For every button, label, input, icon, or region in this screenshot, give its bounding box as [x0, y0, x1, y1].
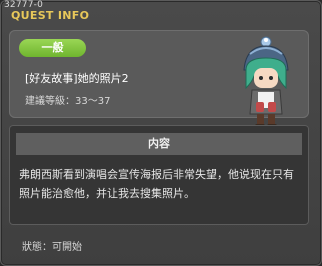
quest-status: 狀態：可開始	[22, 242, 82, 253]
content-header: 内容	[16, 133, 302, 155]
npc-portrait-icon	[236, 36, 296, 132]
window-title: QUEST INFO	[11, 9, 90, 22]
content-description: 弗朗西斯看到演唱会宣传海报后非常失望，他说现在只有照片能治愈他，并让我去搜集照片…	[19, 168, 294, 200]
quest-type-badge: 一般	[19, 39, 86, 57]
quest-info-window: 32777-0 QUEST INFO 一般 [好友故事]她的照片2 建議等級：3…	[0, 0, 322, 266]
title-bar[interactable]: 32777-0 QUEST INFO	[2, 0, 320, 24]
recommended-level: 建議等級：33〜37	[25, 96, 111, 107]
quest-content-panel: 内容 弗朗西斯看到演唱会宣传海报后非常失望，他说现在只有照片能治愈他，并让我去搜…	[9, 125, 309, 225]
quest-name: [好友故事]她的照片2	[25, 72, 129, 85]
